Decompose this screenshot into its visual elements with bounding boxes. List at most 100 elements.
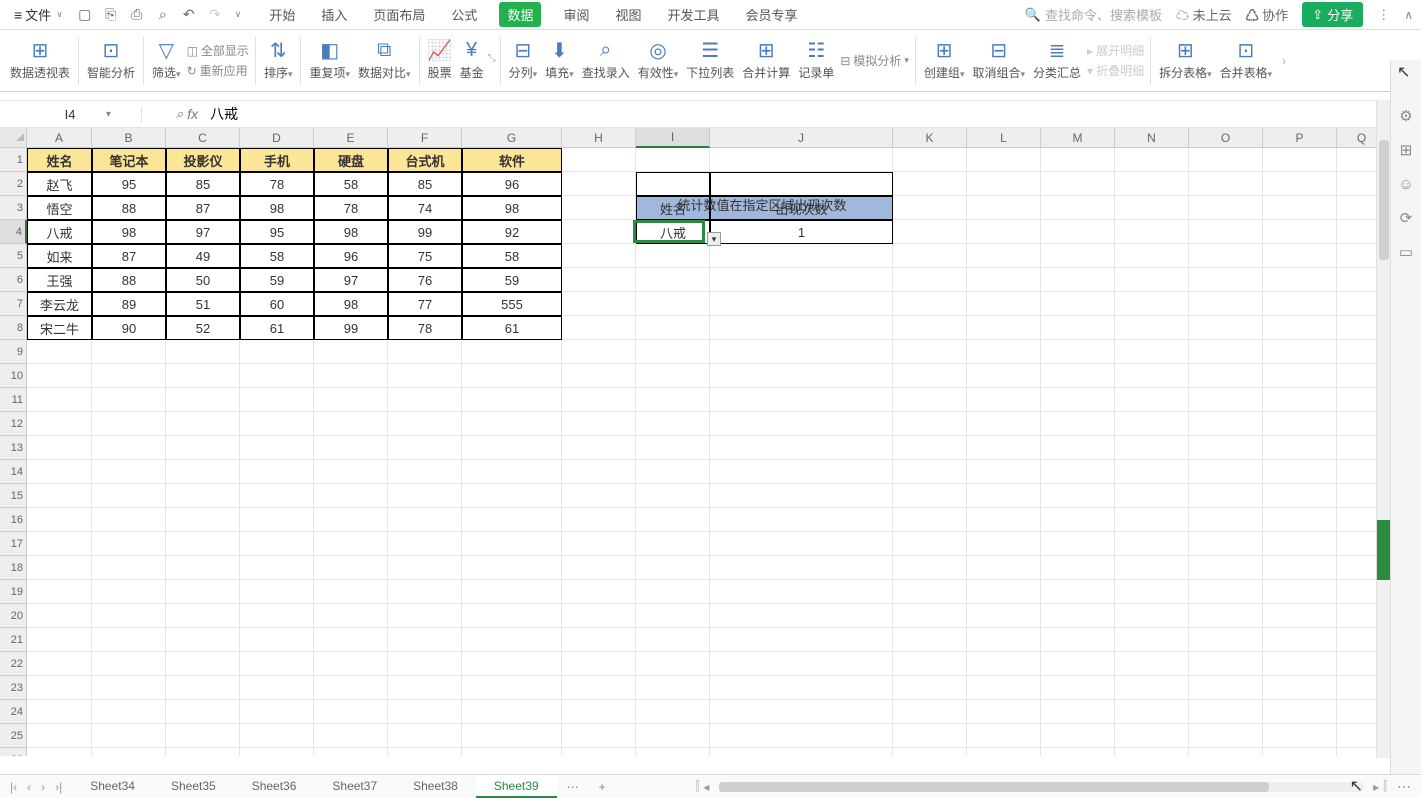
nav-first-icon[interactable]: |‹ xyxy=(10,780,17,794)
cell[interactable] xyxy=(240,460,314,484)
record-button[interactable]: ☷记录单 xyxy=(794,36,838,85)
cell[interactable] xyxy=(314,748,388,756)
cell[interactable] xyxy=(1041,364,1115,388)
qat-chevron-icon[interactable]: ∨ xyxy=(235,9,242,20)
cell[interactable] xyxy=(1041,724,1115,748)
simulate-button[interactable]: ⊟模拟分析▾ xyxy=(838,51,911,70)
cell[interactable] xyxy=(967,508,1041,532)
col-header-E[interactable]: E xyxy=(314,128,388,148)
cell[interactable]: 王强 xyxy=(27,268,92,292)
cell[interactable] xyxy=(388,628,462,652)
row-header[interactable]: 7 xyxy=(0,292,27,316)
cell[interactable]: 58 xyxy=(462,244,562,268)
formula-input[interactable] xyxy=(210,106,1421,122)
sort-button[interactable]: ⇅排序▾ xyxy=(260,36,297,85)
cell[interactable] xyxy=(92,364,166,388)
cell[interactable] xyxy=(1115,268,1189,292)
cell[interactable] xyxy=(1263,748,1337,756)
cell[interactable] xyxy=(314,460,388,484)
cell[interactable] xyxy=(967,652,1041,676)
cell[interactable] xyxy=(562,556,636,580)
hscroll-left-icon[interactable]: ◂ xyxy=(699,780,713,794)
cell[interactable] xyxy=(893,700,967,724)
cell[interactable] xyxy=(388,748,462,756)
cell[interactable]: 如来 xyxy=(27,244,92,268)
cell[interactable] xyxy=(967,340,1041,364)
cell[interactable] xyxy=(636,724,710,748)
col-header-D[interactable]: D xyxy=(240,128,314,148)
cell[interactable] xyxy=(314,340,388,364)
col-header-M[interactable]: M xyxy=(1041,128,1115,148)
cell[interactable] xyxy=(1041,268,1115,292)
cell[interactable] xyxy=(636,364,710,388)
cell[interactable]: 78 xyxy=(388,316,462,340)
cell[interactable] xyxy=(636,388,710,412)
cell[interactable] xyxy=(710,412,893,436)
cell[interactable] xyxy=(388,652,462,676)
cell[interactable] xyxy=(636,700,710,724)
cell[interactable] xyxy=(636,748,710,756)
cell[interactable] xyxy=(1263,724,1337,748)
cell[interactable] xyxy=(462,580,562,604)
sheet-tab[interactable]: Sheet36 xyxy=(234,776,315,798)
cell[interactable] xyxy=(1189,628,1263,652)
cell[interactable] xyxy=(967,196,1041,220)
cell[interactable]: 赵飞 xyxy=(27,172,92,196)
row-header[interactable]: 19 xyxy=(0,580,27,604)
cell[interactable] xyxy=(166,388,240,412)
cell[interactable] xyxy=(1115,484,1189,508)
cell[interactable] xyxy=(27,460,92,484)
cell[interactable] xyxy=(1189,724,1263,748)
cell[interactable] xyxy=(967,364,1041,388)
cell[interactable]: 75 xyxy=(388,244,462,268)
cell[interactable] xyxy=(240,508,314,532)
cell[interactable] xyxy=(967,244,1041,268)
cell[interactable] xyxy=(562,508,636,532)
cell[interactable] xyxy=(1041,652,1115,676)
cell[interactable] xyxy=(92,580,166,604)
cell[interactable] xyxy=(1115,724,1189,748)
cell[interactable]: 出现次数 xyxy=(710,196,893,220)
cell[interactable] xyxy=(562,292,636,316)
collapse-detail-button[interactable]: ▾折叠明细 xyxy=(1085,61,1146,80)
cell[interactable] xyxy=(1189,172,1263,196)
cell[interactable] xyxy=(166,604,240,628)
cell[interactable] xyxy=(710,148,893,172)
undo-icon[interactable]: ↶ xyxy=(181,7,197,23)
cell[interactable] xyxy=(893,604,967,628)
cell[interactable] xyxy=(1263,388,1337,412)
cell[interactable]: 60 xyxy=(240,292,314,316)
cell[interactable] xyxy=(92,724,166,748)
cell[interactable] xyxy=(388,604,462,628)
cell[interactable]: 87 xyxy=(166,196,240,220)
cell[interactable] xyxy=(967,316,1041,340)
cell[interactable] xyxy=(1041,628,1115,652)
cell[interactable] xyxy=(92,628,166,652)
cell[interactable] xyxy=(1115,676,1189,700)
cell[interactable] xyxy=(636,628,710,652)
spreadsheet-grid[interactable]: ABCDEFGHIJKLMNOPQ 1姓名笔记本投影仪手机硬盘台式机软件2赵飞9… xyxy=(0,128,1390,756)
bottom-more-icon[interactable]: ⋯ xyxy=(1387,778,1421,795)
cell[interactable] xyxy=(314,412,388,436)
cell[interactable] xyxy=(388,508,462,532)
cell[interactable] xyxy=(1189,244,1263,268)
cell[interactable] xyxy=(1041,340,1115,364)
cell[interactable] xyxy=(240,388,314,412)
cell[interactable] xyxy=(462,436,562,460)
cell[interactable] xyxy=(1041,292,1115,316)
cell[interactable] xyxy=(562,748,636,756)
cell[interactable] xyxy=(27,700,92,724)
cell[interactable] xyxy=(240,556,314,580)
row-header[interactable]: 26 xyxy=(0,748,27,756)
cell[interactable] xyxy=(92,412,166,436)
filter-button[interactable]: ▽筛选▾ xyxy=(148,36,185,85)
cell[interactable] xyxy=(967,412,1041,436)
cell[interactable] xyxy=(27,364,92,388)
cell[interactable] xyxy=(562,268,636,292)
row-header[interactable]: 4 xyxy=(0,220,27,244)
cell[interactable]: 八戒 xyxy=(27,220,92,244)
v-scroll-thumb[interactable] xyxy=(1379,140,1389,260)
cell[interactable] xyxy=(314,484,388,508)
cell[interactable] xyxy=(1041,172,1115,196)
cell[interactable] xyxy=(388,412,462,436)
